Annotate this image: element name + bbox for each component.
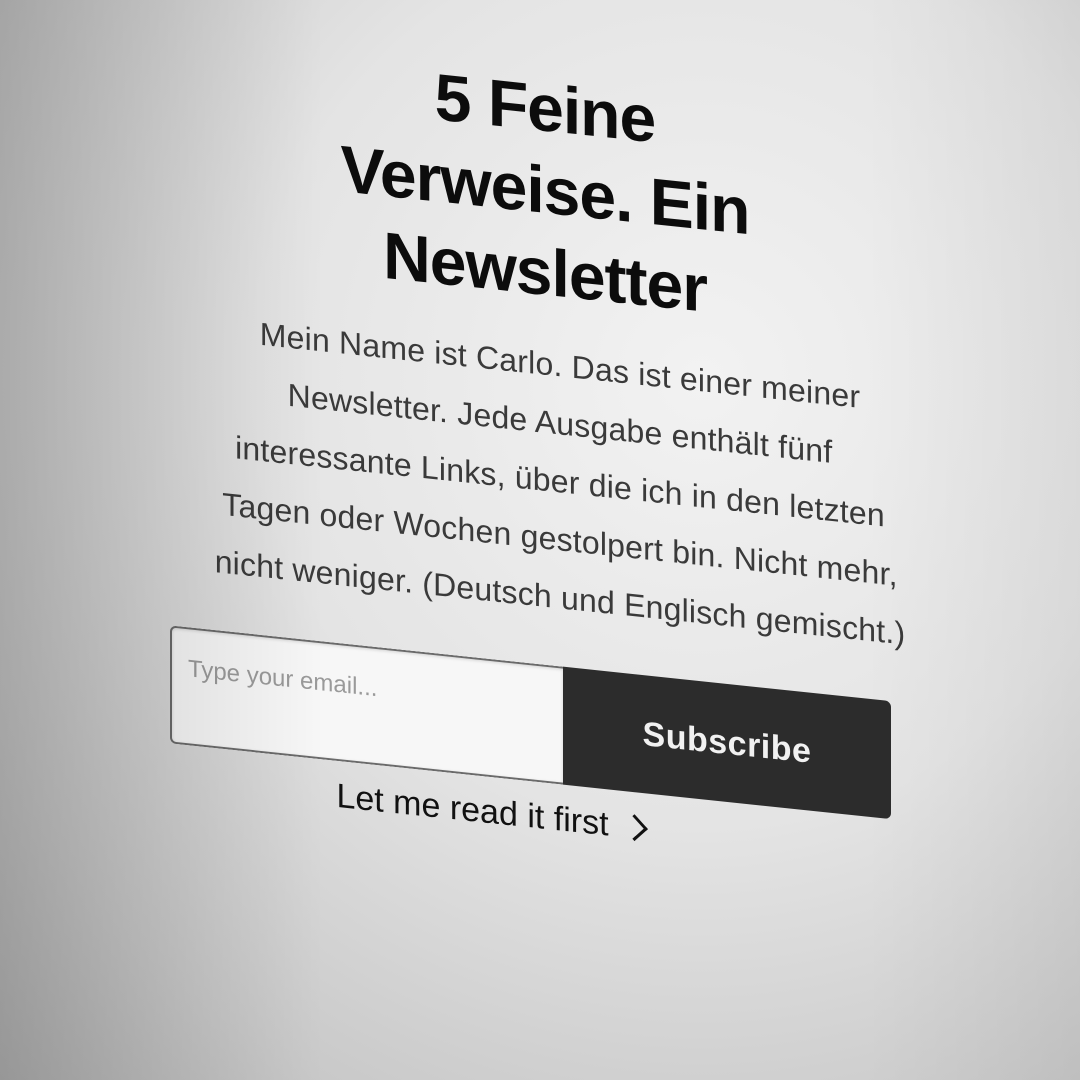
newsletter-landing: 5 Feine Verweise. Ein Newsletter Mein Na… [170, 30, 905, 875]
subscribe-button[interactable]: Subscribe [563, 666, 891, 820]
subscribe-form: Subscribe [170, 625, 891, 820]
email-input[interactable] [170, 625, 563, 785]
page-title: 5 Feine Verweise. Ein Newsletter [340, 59, 750, 326]
chevron-right-icon [620, 814, 648, 842]
read-first-label: Let me read it first [336, 776, 609, 844]
screen: 5 Feine Verweise. Ein Newsletter Mein Na… [0, 0, 1080, 1080]
intro-description: Mein Name ist Carlo. Das ist einer meine… [214, 315, 906, 652]
